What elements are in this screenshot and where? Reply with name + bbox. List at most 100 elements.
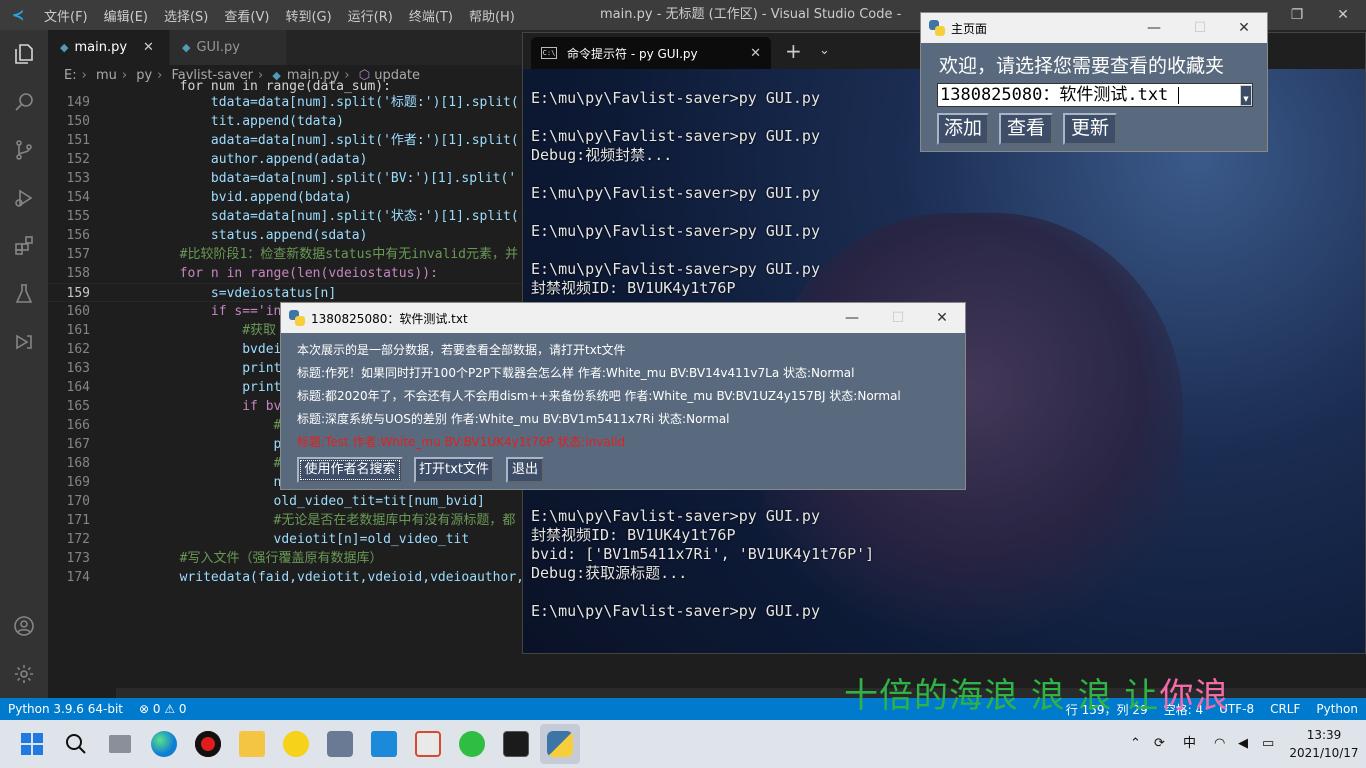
volume-icon[interactable]: ◀ xyxy=(1238,720,1248,768)
line-number: 152 xyxy=(66,152,90,167)
sync-icon[interactable]: ⟳ xyxy=(1154,720,1165,768)
welcome-prompt: 欢迎，请选择您需要查看的收藏夹 xyxy=(939,55,1225,77)
taskbar: ⌃ ⟳ 中 ◠ ◀ ▭ 13:39 2021/10/17 xyxy=(0,720,1366,768)
code-text: old_video_tit=tit[num_bvid] xyxy=(117,494,485,509)
problems-status[interactable]: ⊗ 0 ⚠ 0 xyxy=(131,702,195,716)
line-number: 171 xyxy=(66,513,90,528)
code-text: tit.append(tdata) xyxy=(117,114,344,129)
favlist-combobox[interactable]: 1380825080：软件测试.txt ▼ xyxy=(937,83,1253,107)
update-button[interactable]: 更新 xyxy=(1063,113,1117,145)
view-button[interactable]: 查看 xyxy=(999,113,1053,145)
ime-indicator[interactable]: 中 xyxy=(1183,720,1196,768)
open-txt-button[interactable]: 打开txt文件 xyxy=(414,457,494,483)
python-interpreter-status[interactable]: Python 3.9.6 64-bit xyxy=(0,702,131,716)
editor-app-icon[interactable] xyxy=(408,724,448,764)
line-number: 164 xyxy=(66,380,90,395)
line-number: 166 xyxy=(66,418,90,433)
testing-flask-icon[interactable] xyxy=(0,270,48,318)
exit-button[interactable]: 退出 xyxy=(506,457,544,483)
menu-item[interactable]: 选择(S) xyxy=(156,10,216,25)
restore-icon[interactable]: ❐ xyxy=(1274,0,1320,30)
lyrics-upcoming: 你浪 xyxy=(1159,676,1230,716)
menu-item[interactable]: 查看(V) xyxy=(216,10,277,25)
close-icon[interactable]: ✕ xyxy=(750,46,761,61)
screen-recorder-icon[interactable] xyxy=(188,724,228,764)
code-text: sdata=data[num].split('状态:')[1].split(' xyxy=(117,209,527,224)
menu-item[interactable]: 文件(F) xyxy=(36,10,96,25)
source-control-icon[interactable] xyxy=(0,126,48,174)
close-icon[interactable]: ✕ xyxy=(1221,13,1267,43)
line-number: 158 xyxy=(66,266,90,281)
edge-browser-icon[interactable] xyxy=(144,724,184,764)
code-text: adata=data[num].split('作者:')[1].split(' xyxy=(117,133,527,148)
line-number: 151 xyxy=(66,133,90,148)
video-row: 标题:都2020年了，不会还有人不会用dism++来备份系统吧 作者:White… xyxy=(297,389,901,403)
vscode-taskbar-icon[interactable] xyxy=(364,724,404,764)
code-text: pr xyxy=(117,437,290,452)
menu-item[interactable]: 终端(T) xyxy=(401,10,461,25)
terminal-line: E:\mu\py\Favlist-saver>py GUI.py xyxy=(531,222,820,240)
line-number: 157 xyxy=(66,247,90,262)
menu-item[interactable]: 编辑(E) xyxy=(96,10,156,25)
tab-gui-py[interactable]: ◆ GUI.py xyxy=(170,30,286,65)
minimize-icon[interactable]: — xyxy=(829,303,875,333)
music-player-icon[interactable] xyxy=(276,724,316,764)
terminal-taskbar-icon[interactable] xyxy=(496,724,536,764)
line-number: 174 xyxy=(66,570,90,585)
account-icon[interactable] xyxy=(0,602,48,650)
add-button[interactable]: 添加 xyxy=(937,113,989,145)
python-taskbar-icon[interactable] xyxy=(540,724,580,764)
battery-icon[interactable]: ▭ xyxy=(1262,720,1274,768)
clock-time: 13:39 xyxy=(1306,728,1342,742)
menu-item[interactable]: 转到(G) xyxy=(277,10,339,25)
windows-start-icon[interactable] xyxy=(12,724,52,764)
code-text: if s=='in xyxy=(117,304,282,319)
code-text: bdata=data[num].split('BV:')[1].split(' … xyxy=(117,171,537,186)
chevron-down-icon[interactable]: ▼ xyxy=(1240,85,1252,106)
run-debug-icon[interactable] xyxy=(0,174,48,222)
chevron-down-icon[interactable]: ⌄ xyxy=(819,33,830,69)
new-tab-plus-icon[interactable]: + xyxy=(785,33,802,69)
line-number: 155 xyxy=(66,209,90,224)
close-window-button[interactable]: ✕ xyxy=(1320,0,1366,30)
code-text: status.append(sdata) xyxy=(117,228,368,243)
line-number: 153 xyxy=(66,171,90,186)
combobox-value[interactable]: 1380825080：软件测试.txt xyxy=(940,84,1168,106)
close-icon[interactable]: ✕ xyxy=(143,40,154,55)
vscode-logo-icon: ≺ xyxy=(11,6,25,24)
line-number: 165 xyxy=(66,399,90,414)
line-number: 160 xyxy=(66,304,90,319)
remote-explorer-icon[interactable] xyxy=(0,318,48,366)
wifi-icon[interactable]: ◠ xyxy=(1214,720,1225,768)
menu-bar: 文件(F) 编辑(E) 选择(S) 查看(V) 转到(G) 运行(R) 终端(T) 帮助(H) xyxy=(36,6,523,25)
chevron-up-icon[interactable]: ⌃ xyxy=(1130,720,1141,768)
game-app-icon[interactable] xyxy=(320,724,360,764)
search-icon[interactable] xyxy=(56,724,96,764)
eol-status[interactable]: CRLF xyxy=(1262,702,1308,716)
line-number: 150 xyxy=(66,114,90,129)
desktop-lyrics: 十倍的海浪 浪 浪 让你浪 xyxy=(844,668,1229,717)
file-explorer-icon[interactable] xyxy=(232,724,272,764)
close-icon[interactable]: ✕ xyxy=(919,303,965,333)
maximize-icon: ☐ xyxy=(1193,20,1207,36)
terminal-tab[interactable]: C:\ 命令提示符 - py GUI.py ✕ xyxy=(531,37,771,69)
line-number: 161 xyxy=(66,323,90,338)
line-number: 168 xyxy=(66,456,90,471)
tab-main-py[interactable]: ◆ main.py ✕ xyxy=(48,30,169,65)
menu-item[interactable]: 帮助(H) xyxy=(461,10,523,25)
menu-item[interactable]: 运行(R) xyxy=(340,10,401,25)
explorer-icon[interactable] xyxy=(0,30,48,78)
code-text: bvid.append(bdata) xyxy=(117,190,352,205)
taskbar-clock[interactable]: 13:39 2021/10/17 xyxy=(1288,726,1360,762)
minimize-icon[interactable]: — xyxy=(1131,13,1177,43)
python-file-icon: ◆ xyxy=(60,41,69,54)
search-icon[interactable] xyxy=(0,78,48,126)
code-text: #获取 xyxy=(117,323,277,338)
settings-gear-icon[interactable] xyxy=(0,650,48,698)
search-by-author-button[interactable]: 使用作者名搜索 xyxy=(297,457,403,483)
language-status[interactable]: Python xyxy=(1308,702,1366,716)
wechat-icon[interactable] xyxy=(452,724,492,764)
extensions-icon[interactable] xyxy=(0,222,48,270)
task-view-icon[interactable] xyxy=(100,724,140,764)
lyrics-sung: 十倍的海浪 浪 浪 让 xyxy=(844,676,1160,716)
